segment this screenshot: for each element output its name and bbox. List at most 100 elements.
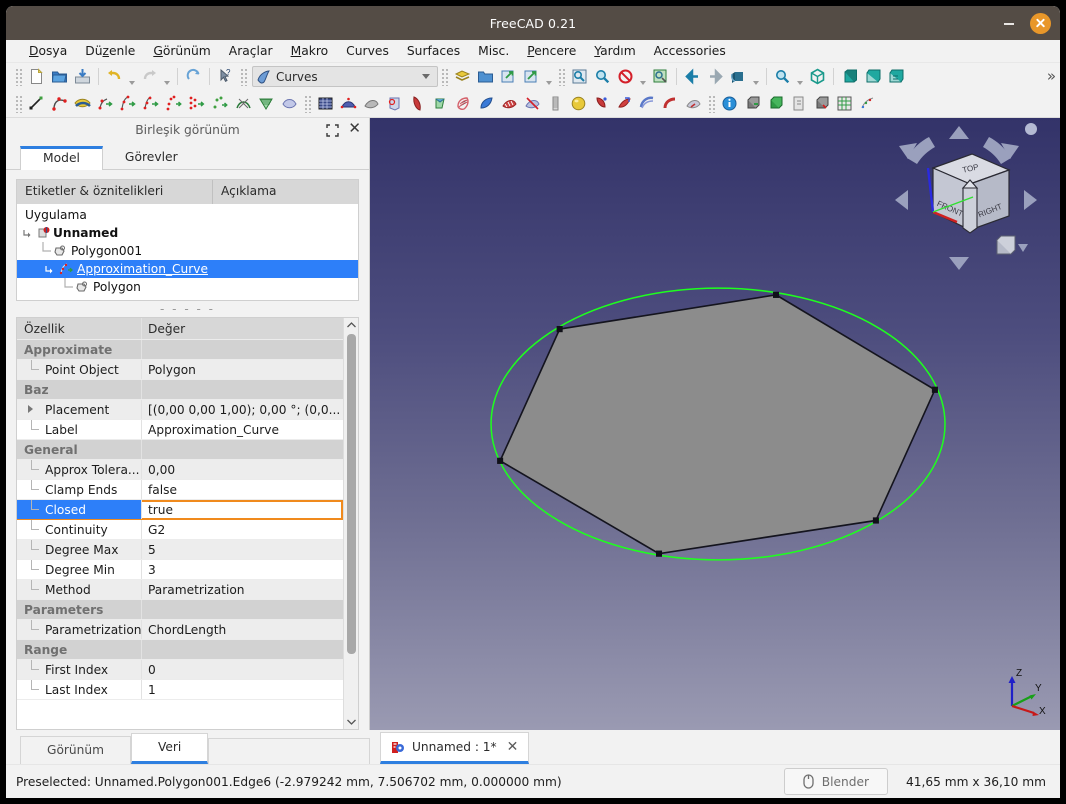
menu-curves[interactable]: Curves (337, 42, 398, 60)
menu-dosya[interactable]: Dosya (20, 42, 76, 60)
property-group-baz[interactable]: Baz (17, 380, 343, 400)
close-document-icon[interactable]: ✕ (507, 739, 519, 755)
solid-green-icon[interactable] (764, 93, 787, 115)
property-row-approx-tolerance[interactable]: Approx Tolera... 0,00 (17, 460, 343, 480)
menu-misc[interactable]: Misc. (469, 42, 518, 60)
std-view-top-icon[interactable] (861, 66, 884, 88)
toolbar-overflow-icon[interactable]: » (1047, 67, 1056, 85)
property-row-closed[interactable]: Closed true (17, 500, 343, 520)
scroll-down-icon[interactable] (344, 715, 359, 729)
sweep2rails-icon[interactable] (278, 93, 301, 115)
join-curve-icon[interactable] (94, 93, 117, 115)
tree-item-unnamed[interactable]: Unnamed (17, 224, 358, 242)
new-document-icon[interactable] (25, 66, 48, 88)
curve-extend-red-icon[interactable] (521, 93, 544, 115)
tree-item-polygon001[interactable]: Polygon001 (17, 242, 358, 260)
std-view-fit-selection-icon[interactable] (568, 66, 591, 88)
property-name[interactable]: Placement (17, 400, 142, 419)
zoom-icon[interactable] (771, 66, 794, 88)
document-tab-unnamed[interactable]: Unnamed : 1* ✕ (380, 732, 530, 764)
axonometric-dropdown-icon[interactable] (750, 66, 762, 88)
save-icon[interactable] (71, 66, 94, 88)
std-group-icon[interactable] (451, 66, 474, 88)
property-value[interactable]: [(0,00 0,00 1,00); 0,00 °; (0,0... (142, 400, 343, 419)
view-grip[interactable] (558, 67, 565, 86)
hooks-icon[interactable] (613, 93, 636, 115)
blender-navigation-button[interactable]: Blender (783, 768, 889, 795)
std-view-box-zoom-icon[interactable] (649, 66, 672, 88)
whats-this-icon[interactable]: ? (214, 66, 237, 88)
blend-curve-icon[interactable] (232, 93, 255, 115)
workbench-selector[interactable]: Curves (252, 66, 438, 87)
info-icon[interactable] (718, 93, 741, 115)
profile-support-icon[interactable] (429, 93, 452, 115)
tab-model[interactable]: Model (20, 146, 103, 170)
flatten-icon[interactable] (682, 93, 705, 115)
undo-icon[interactable] (103, 66, 126, 88)
link-dropdown-icon[interactable] (543, 66, 555, 88)
zebra-stripes-icon[interactable] (498, 93, 521, 115)
property-scrollbar[interactable] (343, 318, 358, 729)
std-view-front-icon[interactable] (838, 66, 861, 88)
minimize-icon[interactable] (1002, 16, 1016, 30)
property-row-method[interactable]: Method Parametrization (17, 580, 343, 600)
property-row-first-index[interactable]: First Index 0 (17, 660, 343, 680)
sublink-icon[interactable] (452, 93, 475, 115)
box-red-icon[interactable] (810, 93, 833, 115)
property-value[interactable]: Parametrization (142, 580, 343, 599)
property-value[interactable]: 0,00 (142, 460, 343, 479)
misc-grip[interactable] (708, 94, 715, 113)
sphere-icon[interactable] (567, 93, 590, 115)
toolbar-grip[interactable] (15, 67, 22, 86)
property-group-parameters[interactable]: Parameters (17, 600, 343, 620)
undo-dropdown-icon[interactable] (126, 66, 138, 88)
parametric-blend-icon[interactable] (186, 93, 209, 115)
property-row-parametrization[interactable]: Parametrization ChordLength (17, 620, 343, 640)
bspline-icon[interactable] (48, 93, 71, 115)
expander-open-icon[interactable] (17, 228, 37, 239)
menu-gorunum[interactable]: Görünüm (144, 42, 219, 60)
link-make-group-icon[interactable] (520, 66, 543, 88)
3d-viewport[interactable]: TOP FRONT RIGHT Z Y X (370, 118, 1060, 730)
interpolate-icon[interactable] (163, 93, 186, 115)
forward-arrow-icon[interactable] (704, 66, 727, 88)
box-green-icon[interactable] (741, 93, 764, 115)
approximate-icon[interactable] (140, 93, 163, 115)
property-value[interactable]: 1 (142, 680, 343, 699)
clipboard-icon[interactable] (787, 93, 810, 115)
menu-yardim[interactable]: Yardım (585, 42, 644, 60)
std-draw-style-icon[interactable] (614, 66, 637, 88)
tab-gorevler[interactable]: Görevler (102, 146, 200, 169)
property-value[interactable]: ChordLength (142, 620, 343, 639)
close-icon[interactable] (1030, 12, 1051, 34)
menu-duzenle[interactable]: Düzenle (76, 42, 144, 60)
property-value[interactable]: 0 (142, 660, 343, 679)
scroll-up-icon[interactable] (344, 318, 359, 332)
redo-icon[interactable] (138, 66, 161, 88)
property-value[interactable]: 5 (142, 540, 343, 559)
property-row-degree-max[interactable]: Degree Max 5 (17, 540, 343, 560)
property-group-general[interactable]: General (17, 440, 343, 460)
curve-on-surface-icon[interactable] (590, 93, 613, 115)
property-row-continuity[interactable]: Continuity G2 (17, 520, 343, 540)
trim-face-icon[interactable] (383, 93, 406, 115)
discretize-icon[interactable] (117, 93, 140, 115)
property-value[interactable]: Polygon (142, 360, 343, 379)
std-view-axonometric-icon[interactable] (727, 66, 750, 88)
surfaces-grip[interactable] (304, 94, 311, 113)
property-row-placement[interactable]: Placement [(0,00 0,00 1,00); 0,00 °; (0,… (17, 400, 343, 420)
menu-pencere[interactable]: Pencere (518, 42, 585, 60)
std-view-isometric-icon[interactable] (806, 66, 829, 88)
surface-edit-icon[interactable] (337, 93, 360, 115)
zoom-dropdown-icon[interactable] (794, 66, 806, 88)
panel-splitter-handle[interactable]: - - - - - (6, 301, 369, 317)
scrollbar-thumb[interactable] (347, 334, 356, 654)
property-row-point-object[interactable]: Point Object Polygon (17, 360, 343, 380)
property-value[interactable]: false (142, 480, 343, 499)
segment-surface-icon[interactable] (406, 93, 429, 115)
open-folder-icon[interactable] (48, 66, 71, 88)
flatten-face-icon[interactable] (360, 93, 383, 115)
property-group-range[interactable]: Range (17, 640, 343, 660)
std-part-icon[interactable] (474, 66, 497, 88)
property-value[interactable]: Approximation_Curve (142, 420, 343, 439)
